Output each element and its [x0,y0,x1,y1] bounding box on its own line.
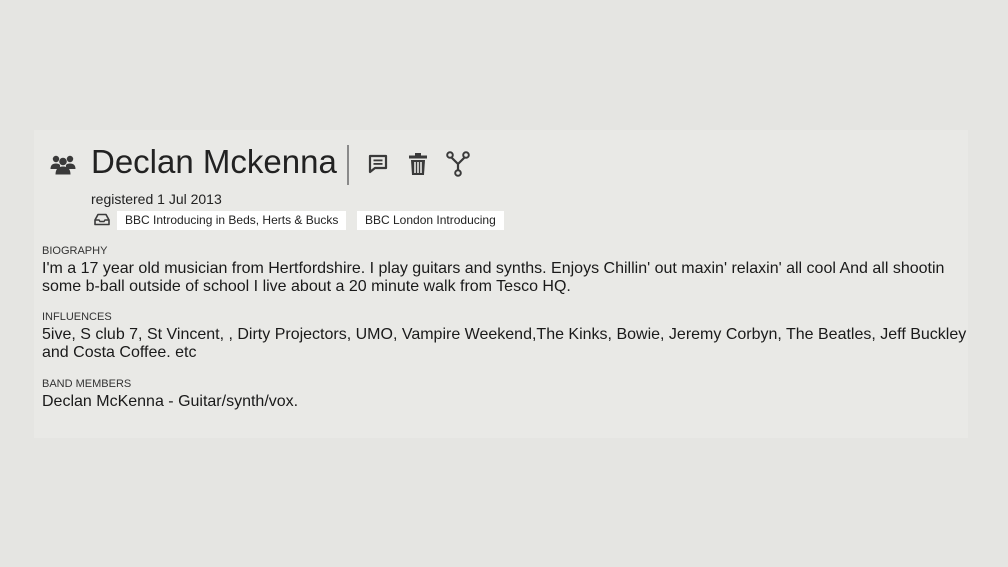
registered-date: registered 1 Jul 2013 [91,191,222,207]
merge-icon [446,151,470,177]
inbox-tray-icon [94,213,110,226]
influences-text: 5ive, S club 7, St Vincent, , Dirty Proj… [42,326,967,361]
station-tag[interactable]: BBC London Introducing [357,211,504,230]
band-members-label: BAND MEMBERS [42,378,132,390]
artist-name: Declan Mckenna [91,143,337,180]
biography-label: BIOGRAPHY [42,245,108,257]
delete-button[interactable] [405,151,431,177]
biography-text: I'm a 17 year old musician from Hertford… [42,260,945,295]
trash-icon [409,153,427,175]
influences-label: INFLUENCES [42,311,112,323]
title-divider [347,145,349,185]
comment-icon [368,154,388,174]
comment-button[interactable] [365,151,391,177]
merge-button[interactable] [445,151,471,177]
station-tag[interactable]: BBC Introducing in Beds, Herts & Bucks [117,211,347,230]
group-icon [50,153,76,175]
band-members-text: Declan McKenna - Guitar/synth/vox. [42,393,299,410]
